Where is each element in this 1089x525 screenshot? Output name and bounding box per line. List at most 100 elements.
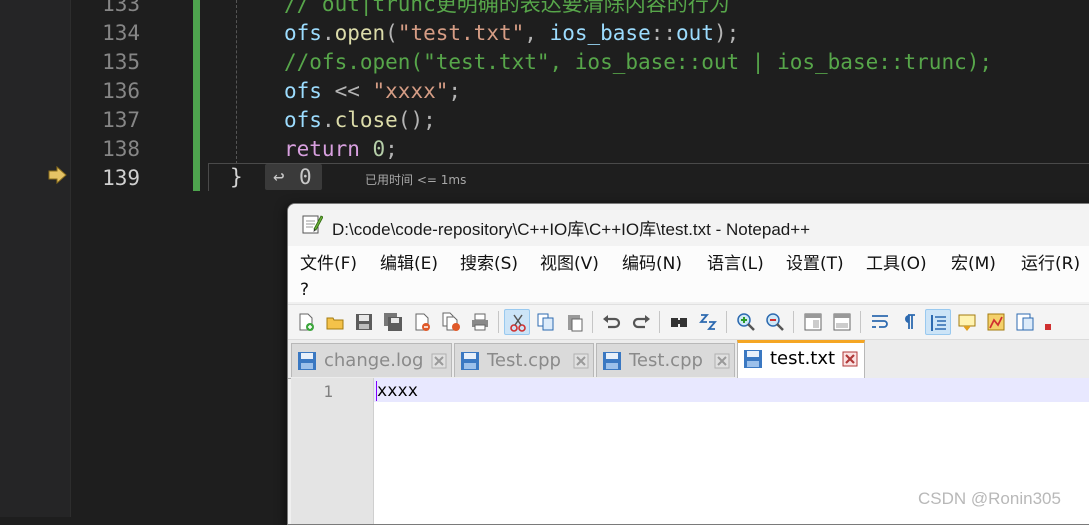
line-number: 133 bbox=[102, 0, 140, 16]
word-wrap-icon[interactable] bbox=[867, 309, 893, 335]
menu-settings[interactable]: 设置(T) bbox=[784, 251, 846, 277]
code-line: //ofs.open("test.txt", ios_base::out | i… bbox=[284, 48, 992, 77]
tab-label: Test.cpp bbox=[487, 350, 561, 371]
tab-test-cpp[interactable]: Test.cpp bbox=[454, 343, 594, 377]
tab-test-txt[interactable]: test.txt bbox=[737, 340, 865, 378]
toolbar-separator bbox=[793, 311, 794, 333]
return-value: 0 bbox=[299, 165, 312, 189]
code-token: << bbox=[321, 79, 373, 103]
tab-label: change.log bbox=[324, 350, 424, 371]
menu-tools[interactable]: 工具(O) bbox=[864, 251, 929, 277]
code-token: open bbox=[334, 21, 386, 45]
copy-icon[interactable] bbox=[533, 309, 559, 335]
tab-test-cpp-2[interactable]: Test.cpp bbox=[596, 343, 735, 377]
menu-search[interactable]: 搜索(S) bbox=[458, 251, 520, 277]
line-number: 134 bbox=[102, 21, 140, 45]
open-file-icon[interactable] bbox=[322, 309, 348, 335]
find-icon[interactable] bbox=[666, 309, 692, 335]
close-all-icon[interactable] bbox=[438, 309, 464, 335]
zoom-in-icon[interactable] bbox=[733, 309, 759, 335]
function-list-icon[interactable] bbox=[1012, 309, 1038, 335]
save-icon[interactable] bbox=[351, 309, 377, 335]
tab-label: Test.cpp bbox=[629, 350, 703, 371]
indent-guide-icon[interactable] bbox=[925, 309, 951, 335]
menu-language[interactable]: 语言(L) bbox=[705, 251, 766, 277]
code-token: 0 bbox=[372, 137, 386, 161]
code-token: (); bbox=[397, 108, 436, 132]
scope-bracket-vertical bbox=[208, 163, 209, 191]
menu-help[interactable]: ? bbox=[298, 277, 311, 303]
watermark: CSDN @Ronin305 bbox=[918, 489, 1061, 508]
toolbar-separator bbox=[659, 311, 660, 333]
line-number: 139 bbox=[102, 166, 140, 190]
menu-view[interactable]: 视图(V) bbox=[538, 251, 601, 277]
save-icon bbox=[603, 352, 621, 370]
user-language-icon[interactable] bbox=[954, 309, 980, 335]
return-value-chip[interactable]: ↩ 0 bbox=[265, 164, 322, 190]
code-token: "test.txt" bbox=[397, 21, 525, 45]
code-token: . bbox=[321, 21, 335, 45]
code-line: ofs.open("test.txt", ios_base::out); bbox=[284, 19, 739, 48]
code-token: ios_base bbox=[549, 21, 651, 45]
code-token: ); bbox=[713, 21, 740, 45]
save-icon bbox=[744, 350, 762, 368]
zoom-out-icon[interactable] bbox=[762, 309, 788, 335]
close-tab-icon[interactable] bbox=[573, 353, 589, 369]
menu-macro[interactable]: 宏(M) bbox=[949, 251, 998, 277]
sync-horizontal-icon[interactable] bbox=[829, 309, 855, 335]
code-token: out bbox=[676, 21, 714, 45]
code-token: return bbox=[284, 137, 360, 161]
code-line: ofs << "xxxx"; bbox=[284, 77, 461, 106]
line-number: 136 bbox=[102, 79, 140, 103]
code-token: ofs bbox=[284, 79, 322, 103]
code-line: // out|trunc更明确的表达要清除内容的行为 bbox=[284, 0, 730, 19]
new-file-icon[interactable] bbox=[293, 309, 319, 335]
line-number: 135 bbox=[102, 50, 140, 74]
redo-icon[interactable] bbox=[628, 309, 654, 335]
menu-file[interactable]: 文件(F) bbox=[298, 251, 359, 277]
notepad-window[interactable]: D:\code\code-repository\C++IO库\C++IO库\te… bbox=[287, 203, 1089, 525]
menu-encoding[interactable]: 编码(N) bbox=[620, 251, 684, 277]
current-statement-arrow-icon bbox=[48, 166, 67, 184]
cut-icon[interactable] bbox=[504, 309, 530, 335]
line-number: 137 bbox=[102, 108, 140, 132]
tab-change-log[interactable]: change.log bbox=[291, 343, 452, 377]
current-line-highlight bbox=[374, 378, 1089, 402]
toolbar-separator bbox=[592, 311, 593, 333]
save-icon bbox=[298, 352, 316, 370]
code-token: close bbox=[334, 108, 398, 132]
document-map-icon[interactable] bbox=[983, 309, 1009, 335]
notepad-app-icon bbox=[302, 215, 323, 234]
paste-icon[interactable] bbox=[562, 309, 588, 335]
indicator-margin[interactable] bbox=[0, 0, 70, 517]
code-token: , bbox=[524, 21, 550, 45]
code-token: ofs bbox=[284, 21, 322, 45]
code-token: . bbox=[321, 108, 335, 132]
toolbar-separator bbox=[860, 311, 861, 333]
close-tab-icon[interactable] bbox=[714, 353, 730, 369]
close-tab-icon[interactable] bbox=[842, 351, 858, 367]
close-icon[interactable] bbox=[409, 309, 435, 335]
next-tool-icon[interactable] bbox=[1041, 309, 1067, 335]
show-all-chars-icon[interactable] bbox=[896, 309, 922, 335]
toolbar bbox=[288, 304, 1089, 340]
print-icon[interactable] bbox=[467, 309, 493, 335]
window-title: D:\code\code-repository\C++IO库\C++IO库\te… bbox=[332, 220, 811, 239]
sync-vertical-icon[interactable] bbox=[800, 309, 826, 335]
title-bar[interactable]: D:\code\code-repository\C++IO库\C++IO库\te… bbox=[288, 204, 1089, 246]
undo-icon[interactable] bbox=[599, 309, 625, 335]
margin-separator bbox=[70, 0, 71, 517]
toolbar-separator bbox=[726, 311, 727, 333]
menu-run[interactable]: 运行(R) bbox=[1019, 251, 1082, 277]
save-all-icon[interactable] bbox=[380, 309, 406, 335]
line-number: 138 bbox=[102, 137, 140, 161]
code-token: :: bbox=[650, 21, 677, 45]
menu-edit[interactable]: 编辑(E) bbox=[378, 251, 440, 277]
toolbar-separator bbox=[498, 311, 499, 333]
line-number-margin[interactable]: 1 bbox=[291, 378, 374, 524]
replace-icon[interactable] bbox=[695, 309, 721, 335]
code-line: ofs.close(); bbox=[284, 106, 436, 135]
tab-bar: change.log Test.cpp Test.cpp test.txt bbox=[288, 340, 1089, 379]
close-tab-icon[interactable] bbox=[431, 353, 447, 369]
